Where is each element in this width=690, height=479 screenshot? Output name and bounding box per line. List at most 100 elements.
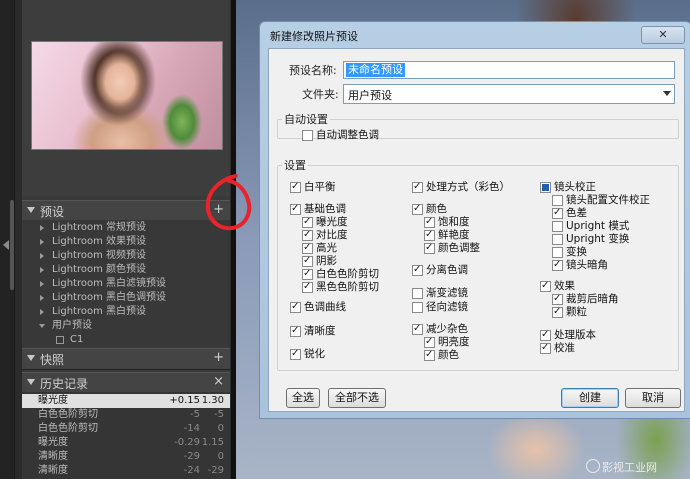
history-row[interactable]: 曝光度 +0.15 1.30 <box>22 394 230 408</box>
checkbox-label: 色差 <box>566 207 587 219</box>
history-step-name: 曝光度 <box>38 395 68 406</box>
checkbox-icon[interactable] <box>552 206 563 219</box>
preset-name-label: 预设名称: <box>289 64 337 77</box>
checkbox-label: 黑色色阶剪切 <box>316 281 379 293</box>
folder-value: 用户预设 <box>348 89 392 102</box>
checkbox-icon[interactable] <box>552 247 563 258</box>
checkbox-icon[interactable] <box>290 324 301 337</box>
history-step-name: 曝光度 <box>38 437 68 448</box>
checkbox-icon[interactable] <box>552 258 563 271</box>
preset-folder-user[interactable]: 用户预设 <box>22 319 230 333</box>
checkbox-icon[interactable] <box>540 341 551 354</box>
checkbox-label: 色调曲线 <box>304 301 346 313</box>
preset-folder[interactable]: Lightroom 黑白色调预设 <box>22 291 230 305</box>
checkbox-icon[interactable] <box>552 292 563 305</box>
history-step-delta: -24 <box>183 465 200 476</box>
checkbox-label: 处理版本 <box>554 329 596 341</box>
history-row[interactable]: 清晰度 -29 0 <box>22 450 230 464</box>
checkbox-icon[interactable] <box>424 335 435 348</box>
preset-folder-label: Lightroom 视频预设 <box>52 250 147 261</box>
close-button[interactable]: ✕ <box>641 26 685 44</box>
checkbox-icon[interactable] <box>540 279 551 292</box>
select-all-button[interactable]: 全选 <box>286 388 320 408</box>
preset-folder[interactable]: Lightroom 黑白预设 <box>22 305 230 319</box>
auto-settings-legend: 自动设置 <box>284 113 328 126</box>
checkbox-icon[interactable] <box>302 241 313 254</box>
checkbox-label: 对比度 <box>316 229 348 241</box>
create-button[interactable]: 创建 <box>561 388 619 408</box>
preset-name-input[interactable]: 未命名预设 <box>343 61 675 79</box>
collapse-left-arrow-icon[interactable] <box>3 240 9 250</box>
checkbox-icon[interactable] <box>302 215 313 228</box>
checkbox-icon[interactable] <box>412 180 423 193</box>
checkbox-icon[interactable] <box>424 228 435 241</box>
checkbox-icon[interactable] <box>302 228 313 241</box>
checkbox-icon[interactable] <box>412 202 423 215</box>
checkbox-label: 渐变滤镜 <box>426 287 468 299</box>
expand-triangle-icon[interactable] <box>27 355 35 361</box>
preset-name-value[interactable]: 未命名预设 <box>346 63 405 77</box>
preset-item-c1[interactable]: C1 <box>22 333 230 347</box>
checkbox-label: 鲜艳度 <box>438 229 470 241</box>
history-row[interactable]: 白色色阶剪切 -14 0 <box>22 422 230 436</box>
checkbox-icon[interactable] <box>412 322 423 335</box>
snapshots-title: 快照 <box>40 353 65 367</box>
history-step-value: 1.15 <box>201 437 224 448</box>
preset-folder-label: Lightroom 常规预设 <box>52 222 147 233</box>
navigator-panel <box>22 0 230 196</box>
history-step-delta: -5 <box>190 409 200 420</box>
select-none-button[interactable]: 全部不选 <box>328 388 386 408</box>
dialog-body: 预设名称: 未命名预设 文件夹: 用户预设 自动设置 自动调整色调 设置 白平衡… <box>268 48 685 412</box>
panel-collapse-strip[interactable] <box>0 0 15 479</box>
checkbox-icon[interactable] <box>302 280 313 293</box>
add-snapshot-button[interactable]: + <box>213 350 224 365</box>
preset-folder[interactable]: Lightroom 黑白滤镜预设 <box>22 277 230 291</box>
checkbox-icon[interactable] <box>412 302 423 313</box>
preset-folder-label: Lightroom 效果预设 <box>52 236 147 247</box>
checkbox-icon[interactable] <box>302 130 313 141</box>
chevron-down-icon[interactable] <box>663 91 671 96</box>
checkbox-icon[interactable] <box>424 241 435 254</box>
snapshots-panel-header[interactable]: 快照 + <box>22 348 230 370</box>
expand-triangle-icon[interactable] <box>27 379 35 385</box>
history-step-value: 1.30 <box>201 395 224 406</box>
folder-expanded-arrow-icon <box>39 324 45 328</box>
preset-folder[interactable]: Lightroom 视频预设 <box>22 249 230 263</box>
history-step-name: 清晰度 <box>38 451 68 462</box>
history-row[interactable]: 白色色阶剪切 -5 -5 <box>22 408 230 422</box>
checkbox-icon[interactable] <box>412 288 423 299</box>
preset-folder[interactable]: Lightroom 颜色预设 <box>22 263 230 277</box>
checkbox-icon[interactable] <box>290 300 301 313</box>
close-icon[interactable]: ✕ <box>658 28 667 41</box>
checkbox-icon[interactable] <box>290 347 301 360</box>
history-panel-header[interactable]: 历史记录 × <box>22 372 230 394</box>
checkbox-label: 清晰度 <box>304 325 336 337</box>
history-row[interactable]: 清晰度 -24 -29 <box>22 464 230 478</box>
checkbox-icon[interactable] <box>552 195 563 206</box>
preset-tree: Lightroom 常规预设 Lightroom 效果预设 Lightroom … <box>22 220 230 346</box>
checkbox-icon[interactable] <box>290 202 301 215</box>
checkbox-icon[interactable] <box>540 328 551 341</box>
history-row[interactable]: 曝光度 -0.29 1.15 <box>22 436 230 450</box>
checkbox-icon[interactable] <box>290 180 301 193</box>
expand-triangle-icon[interactable] <box>27 207 35 213</box>
panel-scrollbar[interactable] <box>10 200 14 290</box>
checkbox-label: 白平衡 <box>304 181 336 193</box>
checkbox-icon[interactable] <box>302 267 313 280</box>
checkbox-icon[interactable] <box>540 182 551 193</box>
checkbox-icon[interactable] <box>552 221 563 232</box>
checkbox-icon[interactable] <box>552 234 563 245</box>
clear-history-button[interactable]: × <box>213 374 224 389</box>
checkbox-icon[interactable] <box>412 263 423 276</box>
checkbox-icon[interactable] <box>552 305 563 318</box>
checkbox-icon[interactable] <box>424 215 435 228</box>
folder-select[interactable]: 用户预设 <box>343 84 675 104</box>
checkbox-label: 曝光度 <box>316 216 348 228</box>
checkbox-label: 阴影 <box>316 255 337 267</box>
cancel-button[interactable]: 取消 <box>625 388 681 408</box>
checkbox-icon[interactable] <box>302 254 313 267</box>
navigator-preview-image[interactable] <box>31 41 223 150</box>
watermark: 影视工业网 <box>586 459 657 475</box>
folder-collapsed-arrow-icon <box>40 281 44 287</box>
checkbox-icon[interactable] <box>424 348 435 361</box>
